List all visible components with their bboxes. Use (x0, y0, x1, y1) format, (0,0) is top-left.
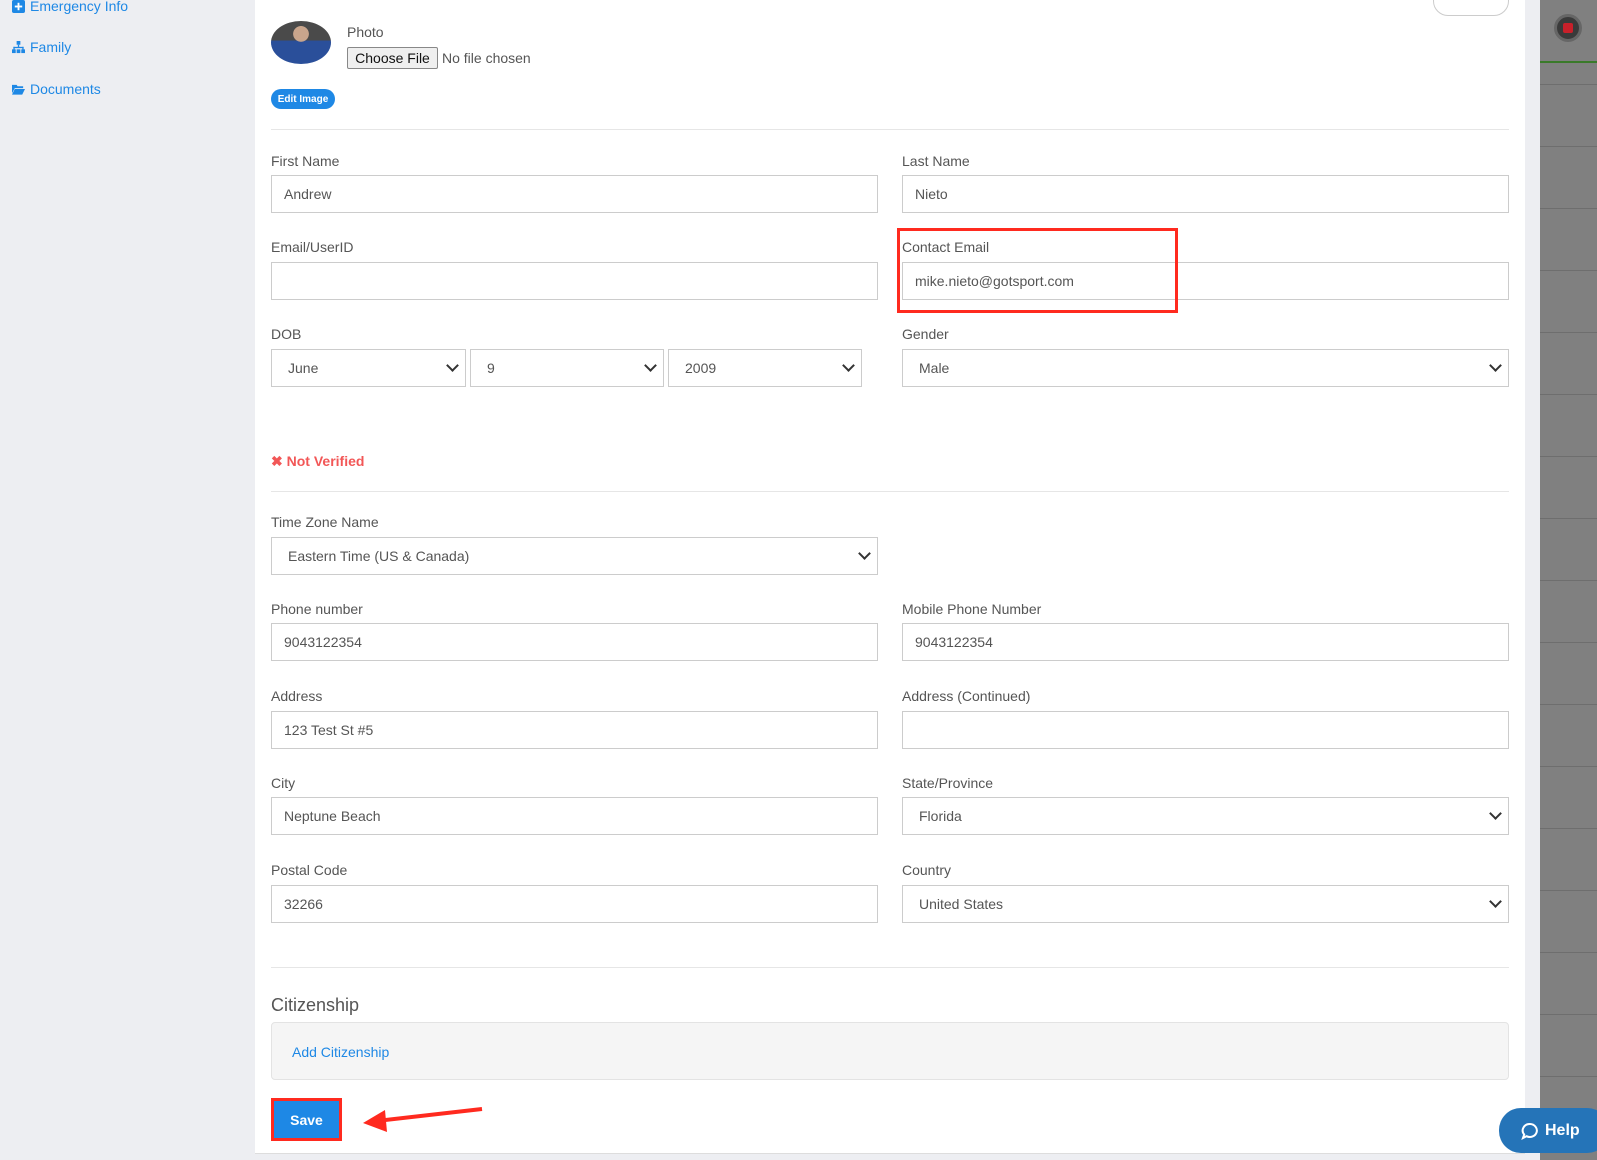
chevron-down-icon (1489, 359, 1502, 372)
mobile-label: Mobile Phone Number (902, 601, 1042, 617)
last-name-input[interactable]: Nieto (902, 175, 1509, 213)
chevron-down-icon (1489, 895, 1502, 908)
choose-file-button[interactable]: Choose File (347, 47, 438, 69)
photo-label: Photo (347, 24, 384, 40)
background-overlay (1540, 0, 1597, 1160)
dob-label: DOB (271, 326, 302, 342)
contact-email-highlight (897, 228, 1178, 313)
edit-image-button[interactable]: Edit Image (271, 89, 335, 109)
country-value: United States (919, 896, 1004, 912)
postal-input[interactable]: 32266 (271, 885, 878, 923)
mobile-input[interactable]: 9043122354 (902, 623, 1509, 661)
chevron-down-icon (1489, 807, 1502, 820)
dob-month-select[interactable]: June (271, 349, 466, 387)
plus-square-icon (12, 0, 25, 13)
arrow-annotation-icon (363, 1107, 483, 1132)
chevron-down-icon (842, 359, 855, 372)
divider (271, 967, 1509, 968)
first-name-label: First Name (271, 153, 340, 169)
phone-input[interactable]: 9043122354 (271, 623, 878, 661)
phone-label: Phone number (271, 601, 363, 617)
postal-label: Postal Code (271, 862, 348, 878)
time-zone-label: Time Zone Name (271, 514, 379, 530)
profile-form-card (255, 0, 1525, 1154)
chevron-down-icon (446, 359, 459, 372)
citizenship-heading: Citizenship (271, 995, 360, 1015)
help-button[interactable]: Help (1499, 1108, 1597, 1153)
state-label: State/Province (902, 775, 994, 791)
sidebar-item-documents[interactable]: Documents (12, 81, 101, 97)
dob-month-value: June (288, 360, 319, 376)
gender-label: Gender (902, 326, 949, 342)
first-name-input[interactable]: Andrew (271, 175, 878, 213)
sidebar-item-label: Emergency Info (30, 0, 129, 14)
verification-text: Not Verified (286, 453, 365, 469)
file-status: No file chosen (442, 50, 531, 66)
save-button[interactable]: Save (271, 1098, 342, 1141)
address2-label: Address (Continued) (902, 688, 1031, 704)
state-value: Florida (919, 808, 962, 824)
x-icon: ✖ (271, 453, 287, 469)
country-select[interactable]: United States (902, 885, 1509, 923)
divider (271, 129, 1509, 130)
chat-bubble-icon (1521, 1122, 1538, 1140)
sidebar-item-family[interactable]: Family (12, 39, 71, 55)
address2-input[interactable] (902, 711, 1509, 749)
sidebar-item-label: Documents (30, 81, 101, 97)
address-label: Address (271, 688, 323, 704)
divider (271, 491, 1509, 492)
city-input[interactable]: Neptune Beach (271, 797, 878, 835)
email-userid-label: Email/UserID (271, 239, 354, 255)
sitemap-icon (12, 40, 25, 53)
state-select[interactable]: Florida (902, 797, 1509, 835)
city-label: City (271, 775, 296, 791)
email-userid-input[interactable] (271, 262, 878, 300)
top-action-button[interactable] (1433, 0, 1509, 16)
gender-select[interactable]: Male (902, 349, 1509, 387)
sidebar-item-label: Family (30, 39, 72, 55)
dob-year-value: 2009 (685, 360, 717, 376)
chevron-down-icon (858, 547, 871, 560)
folder-open-icon (12, 84, 25, 95)
time-zone-value: Eastern Time (US & Canada) (288, 548, 470, 564)
last-name-label: Last Name (902, 153, 970, 169)
chevron-down-icon (644, 359, 657, 372)
avatar (271, 21, 331, 64)
dob-day-select[interactable]: 9 (470, 349, 664, 387)
citizenship-box: Add Citizenship (271, 1022, 1509, 1080)
help-label: Help (1545, 1121, 1580, 1139)
dob-year-select[interactable]: 2009 (668, 349, 862, 387)
sidebar-item-emergency-info[interactable]: Emergency Info (12, 0, 128, 14)
country-label: Country (902, 862, 952, 878)
gender-value: Male (919, 360, 950, 376)
dob-day-value: 9 (487, 360, 495, 376)
add-citizenship-link[interactable]: Add Citizenship (292, 1044, 389, 1060)
verification-status: ✖ Not Verified (271, 453, 364, 470)
club-logo-icon (1554, 14, 1582, 42)
time-zone-select[interactable]: Eastern Time (US & Canada) (271, 537, 878, 575)
divider (1540, 61, 1597, 63)
address-input[interactable]: 123 Test St #5 (271, 711, 878, 749)
